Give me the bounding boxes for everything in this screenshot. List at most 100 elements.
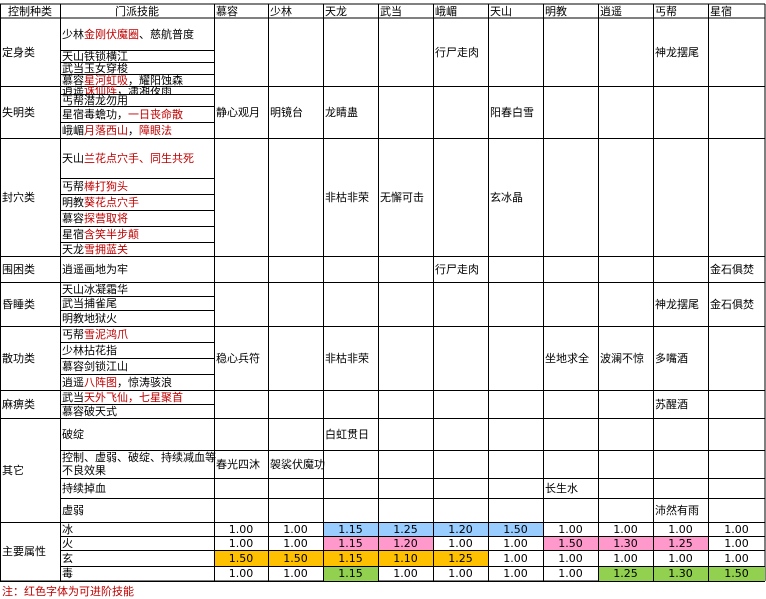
- skill-text: 武当玉女穿梭: [62, 62, 128, 74]
- category-label: 昏睡类: [2, 297, 35, 311]
- skill-text: 天龙: [62, 242, 84, 256]
- skill-name: 少林 金刚伏魔圈 、慈航普度: [60, 18, 216, 50]
- category-label: 其它: [2, 463, 24, 477]
- counter-skill: 长生水: [545, 481, 578, 495]
- skill-text: 慕容破天式: [62, 404, 117, 418]
- attribute-value: 1.00: [228, 536, 254, 550]
- attribute-value: 1.00: [558, 551, 583, 565]
- skill-name: 慕容 探营取将: [60, 210, 216, 226]
- advanced-skill-text: 月落西山: [84, 123, 128, 137]
- skill-name: 丐帮 雪泥鸿爪: [60, 326, 216, 342]
- advanced-skill-text: 兰花点穴手、同生共死: [84, 151, 194, 165]
- attribute-value: 1.00: [283, 536, 308, 550]
- skill-text: 武当捕雀尾: [62, 296, 117, 310]
- attribute-value: 1.00: [724, 551, 749, 565]
- header-cell: 少林: [270, 4, 292, 18]
- skill-text: 武当: [62, 390, 84, 404]
- skill-name: 少林拈花指: [60, 342, 216, 358]
- advanced-skill-text: 金刚伏魔圈: [84, 27, 139, 41]
- attribute-value: 1.00: [283, 567, 308, 580]
- skill-text: 持续掉血: [62, 481, 106, 495]
- counter-skill: 明镜台: [270, 105, 303, 119]
- skill-name: 冰: [60, 522, 216, 536]
- advanced-skill-text: 一日丧命散: [128, 107, 183, 121]
- counter-skill: 多嘴酒: [655, 351, 688, 365]
- skill-name: 明教 葵花点穴手: [60, 194, 216, 210]
- skill-text: 火: [62, 536, 73, 550]
- skill-name: 天龙 雪拥蓝关: [60, 242, 216, 256]
- counter-skill: 龙睛蛊: [325, 105, 358, 119]
- category-label: 失明类: [2, 105, 35, 119]
- header-cell: 丐帮: [655, 4, 677, 18]
- counter-skill: 阳春白雪: [490, 105, 534, 119]
- attribute-value: 1.00: [558, 522, 583, 536]
- header-cell: 门派技能: [115, 4, 159, 18]
- attribute-value: 1.00: [448, 567, 473, 580]
- skill-text: 慕容: [62, 74, 84, 86]
- counter-skill: 非枯非荣: [325, 190, 369, 204]
- skill-text: 星宿毒蟾功，: [62, 107, 128, 121]
- attribute-value: 1.00: [448, 536, 473, 550]
- skill-text: 丐帮: [62, 327, 84, 341]
- skill-name: 武当玉女穿梭: [60, 62, 216, 74]
- skill-name: 慕容剑锁江山: [60, 358, 216, 374]
- attribute-value: 1.25: [613, 567, 638, 580]
- advanced-skill-text: 天外飞仙，七星聚首: [84, 390, 183, 404]
- skill-text: 逍遥: [62, 375, 84, 389]
- skill-text: 丐帮: [62, 179, 84, 193]
- counter-skill: 行尸走肉: [435, 45, 479, 59]
- attribute-value: 1.00: [724, 536, 749, 550]
- attribute-value: 1.00: [503, 536, 528, 550]
- attribute-value: 1.15: [338, 536, 363, 550]
- skill-name: 慕容破天式: [60, 404, 216, 418]
- skill-text: ，惊涛骇浪: [117, 375, 172, 389]
- attribute-value: 1.25: [393, 522, 418, 536]
- skill-name: 丐帮 棒打狗头: [60, 178, 216, 194]
- header-cell: 逍遥: [600, 4, 622, 18]
- counter-skill: 无懈可击: [380, 190, 424, 204]
- skill-name: 逍遥 诛仙阵 ，潇湘夜雨: [60, 86, 216, 94]
- skill-name: 星宿 含笑半步颠: [60, 226, 216, 242]
- advanced-skill-text: 棒打狗头: [84, 179, 128, 193]
- skill-text: 星宿: [62, 227, 84, 241]
- skill-text: 明教地狱火: [62, 311, 117, 325]
- attribute-value: 1.00: [228, 522, 254, 536]
- category-label: 封穴类: [2, 190, 35, 204]
- skill-name: 天山 兰花点穴手、同生共死: [60, 138, 216, 178]
- header-cell: 慕容: [216, 4, 238, 18]
- skill-text: 慕容: [62, 211, 84, 225]
- skill-name: 毒: [60, 566, 216, 581]
- skill-text: ，: [128, 123, 139, 137]
- attribute-value: 1.00: [613, 522, 638, 536]
- header-cell: 明教: [545, 4, 567, 18]
- counter-skill: 袈裟伏魔功: [270, 457, 325, 471]
- attribute-value: 1.00: [503, 551, 528, 565]
- skill-name: 玄: [60, 550, 216, 566]
- category-label: 围困类: [2, 262, 35, 276]
- skill-text: 峨嵋: [62, 123, 84, 137]
- attribute-value: 1.25: [448, 551, 473, 565]
- advanced-skill-text: 雪拥蓝关: [84, 242, 128, 256]
- skill-name: 天山冰凝霜华: [60, 282, 216, 296]
- skill-text: 逍遥: [62, 86, 84, 94]
- skill-text: 少林拈花指: [62, 343, 117, 357]
- header-cell: 星宿: [710, 4, 732, 18]
- skill-text: 毒: [62, 567, 73, 580]
- advanced-skill-text: 诛仙阵: [84, 86, 117, 94]
- attribute-value: 1.00: [724, 522, 749, 536]
- skill-name: 峨嵋 月落西山，障眼法: [60, 122, 216, 138]
- header-cell: 武当: [380, 4, 402, 18]
- counter-skill: 苏醒酒: [655, 397, 688, 411]
- skill-name: 控制、虚弱、破绽、持续减血等不良效果: [60, 450, 216, 478]
- header-cell: 天龙: [325, 4, 347, 18]
- skill-text: 少林: [62, 27, 84, 41]
- header-cell: 天山: [490, 4, 512, 18]
- skill-text: ，潇湘夜雨: [117, 86, 172, 94]
- advanced-skill-text: 雪泥鸿爪: [84, 327, 128, 341]
- skill-text: ，耀阳蚀森: [128, 74, 183, 86]
- counter-skill: 神龙摆尾: [655, 297, 699, 311]
- skill-text: 天山铁锁横江: [62, 50, 128, 62]
- attribute-value: 1.50: [724, 567, 749, 580]
- attribute-value: 1.30: [613, 536, 638, 550]
- attribute-value: 1.50: [228, 551, 254, 565]
